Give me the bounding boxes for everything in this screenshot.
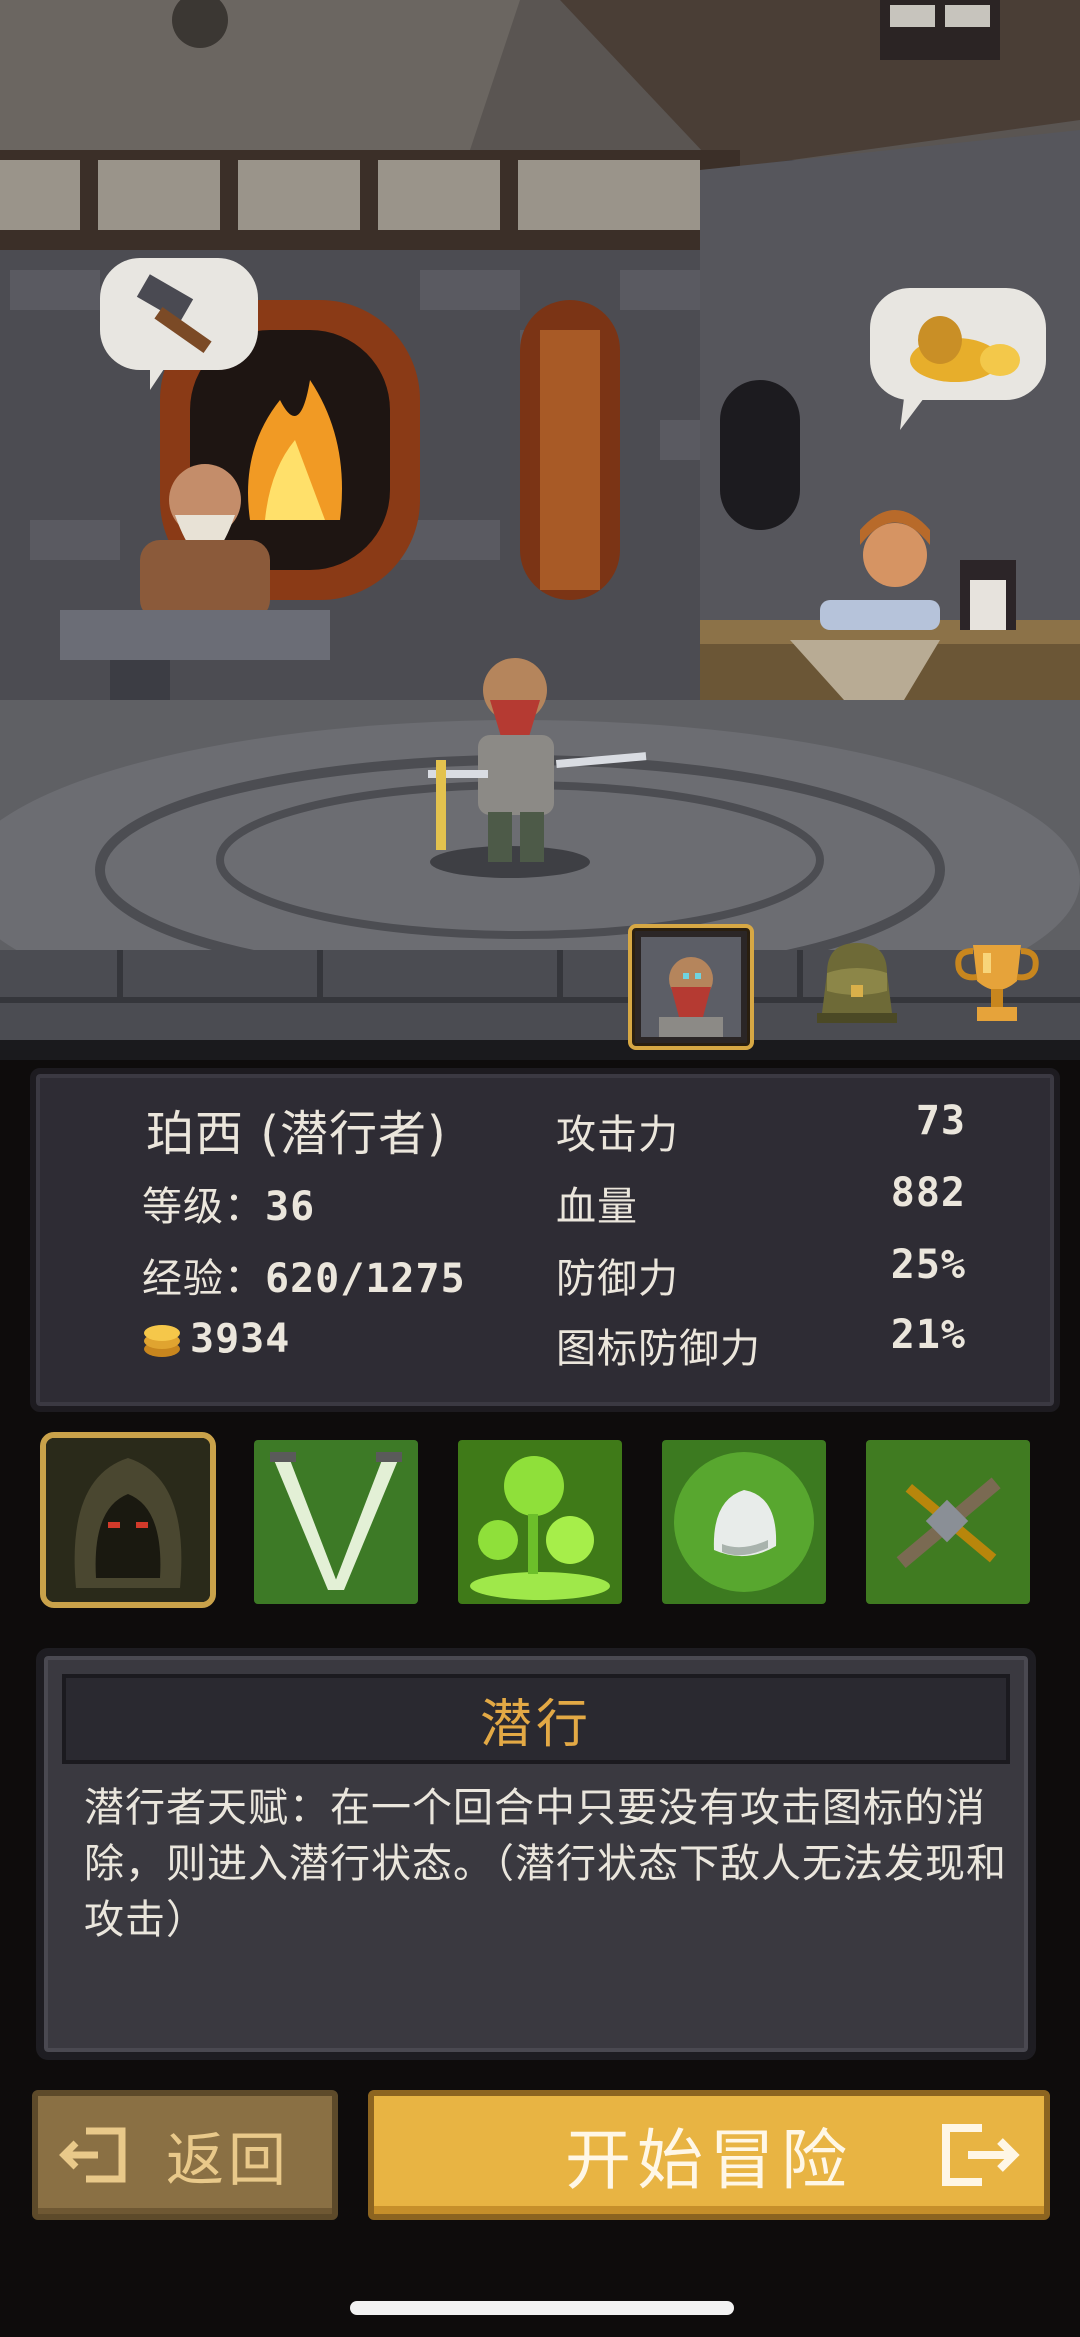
skill-description-panel: 潜行 潜行者天赋：在一个回合中只要没有攻击图标的消除，则进入潜行状态。（潜行状态… (36, 1648, 1036, 2060)
crossed-blades-icon (254, 1440, 418, 1604)
attr-value-defense: 25% (890, 1242, 966, 1288)
start-adventure-label: 开始冒险 (565, 2122, 853, 2199)
hero-name: 珀西 (潜行者) (146, 1106, 447, 1162)
skill-slot-3[interactable] (458, 1440, 622, 1604)
skill-description-text: 潜行者天赋：在一个回合中只要没有攻击图标的消除，则进入潜行状态。（潜行状态下敌人… (84, 1785, 1007, 1943)
skill-slot-1[interactable] (40, 1432, 216, 1608)
hero-stats-panel: 珀西 (潜行者) 等级：36 经验：620/1275 3934 攻击力 73 血… (30, 1068, 1060, 1412)
backpack-icon (817, 943, 897, 1023)
attr-value-attack: 73 (915, 1098, 966, 1144)
skill-slot-5[interactable] (866, 1440, 1030, 1604)
skill-row (40, 1432, 1040, 1616)
attr-label-defense: 防御力 (556, 1256, 679, 1302)
tab-trophy[interactable] (938, 924, 1056, 1042)
level-value: 36 (265, 1184, 316, 1230)
back-button-label: 返回 (166, 2126, 291, 2194)
back-button[interactable]: 返回 (32, 2090, 338, 2220)
skill-slot-2[interactable] (254, 1440, 418, 1604)
green-stone-icon (662, 1440, 826, 1604)
crossbow-icon (866, 1440, 1030, 1604)
town-scene (0, 0, 1080, 1060)
gold-value: 3934 (190, 1316, 291, 1362)
skill-title: 潜行 (479, 1694, 592, 1755)
tab-hero[interactable] (628, 924, 754, 1050)
attr-value-icon-defense: 21% (890, 1312, 966, 1358)
enter-arrow-icon (942, 2124, 1020, 2186)
exp-row: 经验：620/1275 (142, 1246, 466, 1304)
gold-row: 3934 (142, 1316, 290, 1362)
home-indicator[interactable] (350, 2301, 734, 2315)
skill-description-header: 潜行 (62, 1674, 1010, 1764)
hero-portrait-icon (641, 937, 741, 1037)
attr-value-hp: 882 (890, 1170, 966, 1216)
attr-label-icon-defense: 图标防御力 (556, 1326, 761, 1372)
tab-bag[interactable] (798, 924, 916, 1042)
green-bubbles-icon (458, 1440, 622, 1604)
attr-label-hp: 血量 (556, 1184, 638, 1230)
exit-door-icon (59, 2127, 126, 2183)
level-label: 等级： (142, 1184, 265, 1230)
start-adventure-button[interactable]: 开始冒险 (368, 2090, 1050, 2220)
gold-coin-icon (144, 1325, 180, 1357)
attr-label-attack: 攻击力 (556, 1112, 679, 1158)
character-tabs (0, 924, 1080, 1064)
hooded-rogue-icon (46, 1438, 210, 1602)
exp-value: 620/1275 (265, 1256, 466, 1302)
trophy-icon (955, 945, 1039, 1021)
level-row: 等级：36 (142, 1174, 315, 1232)
skill-slot-4[interactable] (662, 1440, 826, 1604)
exp-label: 经验： (142, 1256, 265, 1302)
